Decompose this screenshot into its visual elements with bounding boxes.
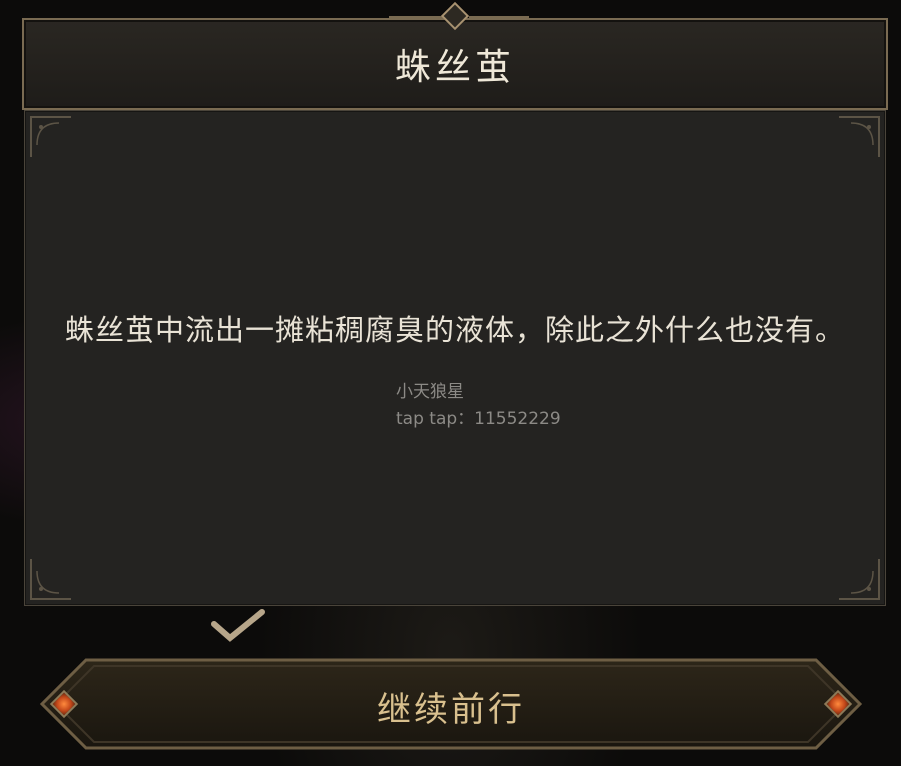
event-message: 蛛丝茧中流出一摊粘稠腐臭的液体，除此之外什么也没有。 [65,313,846,347]
header-ornament-line-right [469,16,529,18]
dialog-title: 蛛丝茧 [394,47,515,88]
watermark-line-1: 小天狼星 [396,382,464,402]
continue-button[interactable]: 继续前行 [40,658,862,750]
watermark-line-2: tap tap：11552229 [396,409,561,429]
watermark: 小天狼星 tap tap：11552229 [396,379,561,433]
continue-button-label: 继续前行 [377,690,525,730]
ornament-corner-icon [837,557,881,601]
checkmark-icon [210,608,266,644]
header-ornament-line-left [389,16,449,18]
ornament-corner-icon [837,115,881,159]
ornament-corner-icon [29,557,73,601]
ornament-corner-icon [29,115,73,159]
dialog-body: 蛛丝茧中流出一摊粘稠腐臭的液体，除此之外什么也没有。 小天狼星 tap tap：… [24,110,886,606]
event-dialog: 蛛丝茧 蛛丝茧中流出一摊粘稠腐臭的液体，除此之外什么也没有。 小天狼星 tap … [22,1,888,608]
dialog-header: 蛛丝茧 [22,1,888,110]
